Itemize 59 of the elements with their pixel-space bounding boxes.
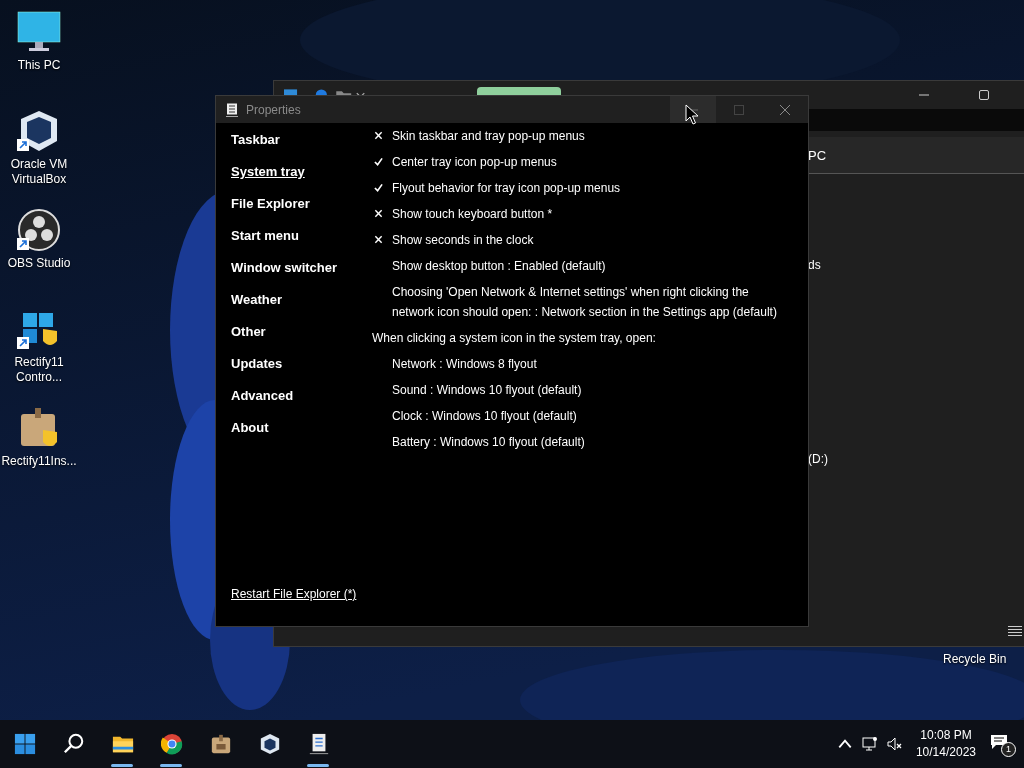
message-icon[interactable] [990,734,1008,750]
maximize-icon [733,103,745,116]
list-view-icon[interactable] [1008,625,1022,637]
cross-icon[interactable] [374,131,383,140]
package-icon[interactable] [209,733,232,755]
muted-speaker-icon[interactable] [886,736,903,752]
sidebar-link[interactable]: Weather [231,284,283,316]
option-link[interactable]: Sound : Windows 10 flyout (default) [392,380,582,400]
option-link[interactable]: Clock : Windows 10 flyout (default) [392,406,577,426]
cross-icon[interactable] [374,209,383,218]
item-label: ds [808,258,821,272]
sidebar-link[interactable]: About [231,412,269,444]
monitor-icon[interactable] [17,10,61,54]
clock[interactable]: 10:08 PM 10/14/2023 [915,727,976,761]
sidebar-link[interactable]: System tray [231,156,305,188]
sidebar-link[interactable]: Advanced [231,380,294,412]
option-link[interactable]: Battery : Windows 10 flyout (default) [392,432,585,452]
option-link[interactable]: Show desktop button : Enabled (default) [392,256,606,276]
sidebar-link[interactable]: Start menu [231,220,299,252]
option-link[interactable]: Choosing 'Open Network & Internet settings' when right clicking the network icon should open: : Network section in the Settings app (default) [392,282,793,322]
sidebar-link[interactable]: File Explorer [231,188,310,220]
sidebar-link[interactable]: Taskbar [231,124,280,156]
icon-label: Rectify11 Contro... [13,355,65,385]
search-icon[interactable] [62,733,85,755]
close-icon [779,103,791,116]
pointer-cursor-icon [685,104,699,126]
sidebar-link[interactable]: Updates [231,348,283,380]
window-title: Properties [246,102,301,117]
option-link[interactable]: Show touch keyboard button * [392,204,553,224]
notification-badge: 1 [1001,742,1016,757]
cross-icon[interactable] [374,235,383,244]
browser-icon[interactable] [160,733,183,755]
icon-label: OBS Studio [6,256,72,271]
clock-date: 10/14/2023 [915,744,976,761]
breadcrumb-text: PC [808,147,827,163]
restart-link[interactable]: Restart File Explorer (*) [231,587,357,601]
checkmark-icon[interactable] [374,157,383,166]
circle-logo-icon[interactable] [17,208,61,252]
icon-label: Recycle Bin [943,652,1007,666]
cube-icon[interactable] [258,733,281,755]
maximize-icon[interactable] [978,89,990,101]
icon-label: Oracle VM VirtualBox [9,157,69,187]
icon-label: This PC [16,58,62,73]
document-icon [226,102,238,117]
checkmark-icon[interactable] [374,183,383,192]
sidebar-link[interactable]: Window switcher [231,252,338,284]
option-link[interactable]: Show seconds in the clock [392,230,534,250]
sidebar-link[interactable]: Other [231,316,266,348]
windows-logo-icon[interactable] [13,733,36,755]
option-link[interactable]: Flyout behavior for tray icon pop-up menus [392,178,621,198]
option-link[interactable]: Center tray icon pop-up menus [392,152,557,172]
icon-label: Rectify11Ins... [1,454,77,469]
network-icon[interactable] [861,736,878,752]
option-link[interactable]: Skin taskbar and tray pop-up menus [392,126,585,146]
document-icon[interactable] [307,733,330,755]
clock-time: 10:08 PM [920,727,972,744]
item-label: (D:) [808,452,828,466]
option-link[interactable]: Network : Windows 8 flyout [392,354,537,374]
section-heading: When clicking a system icon in the system tray, open: [372,330,656,347]
